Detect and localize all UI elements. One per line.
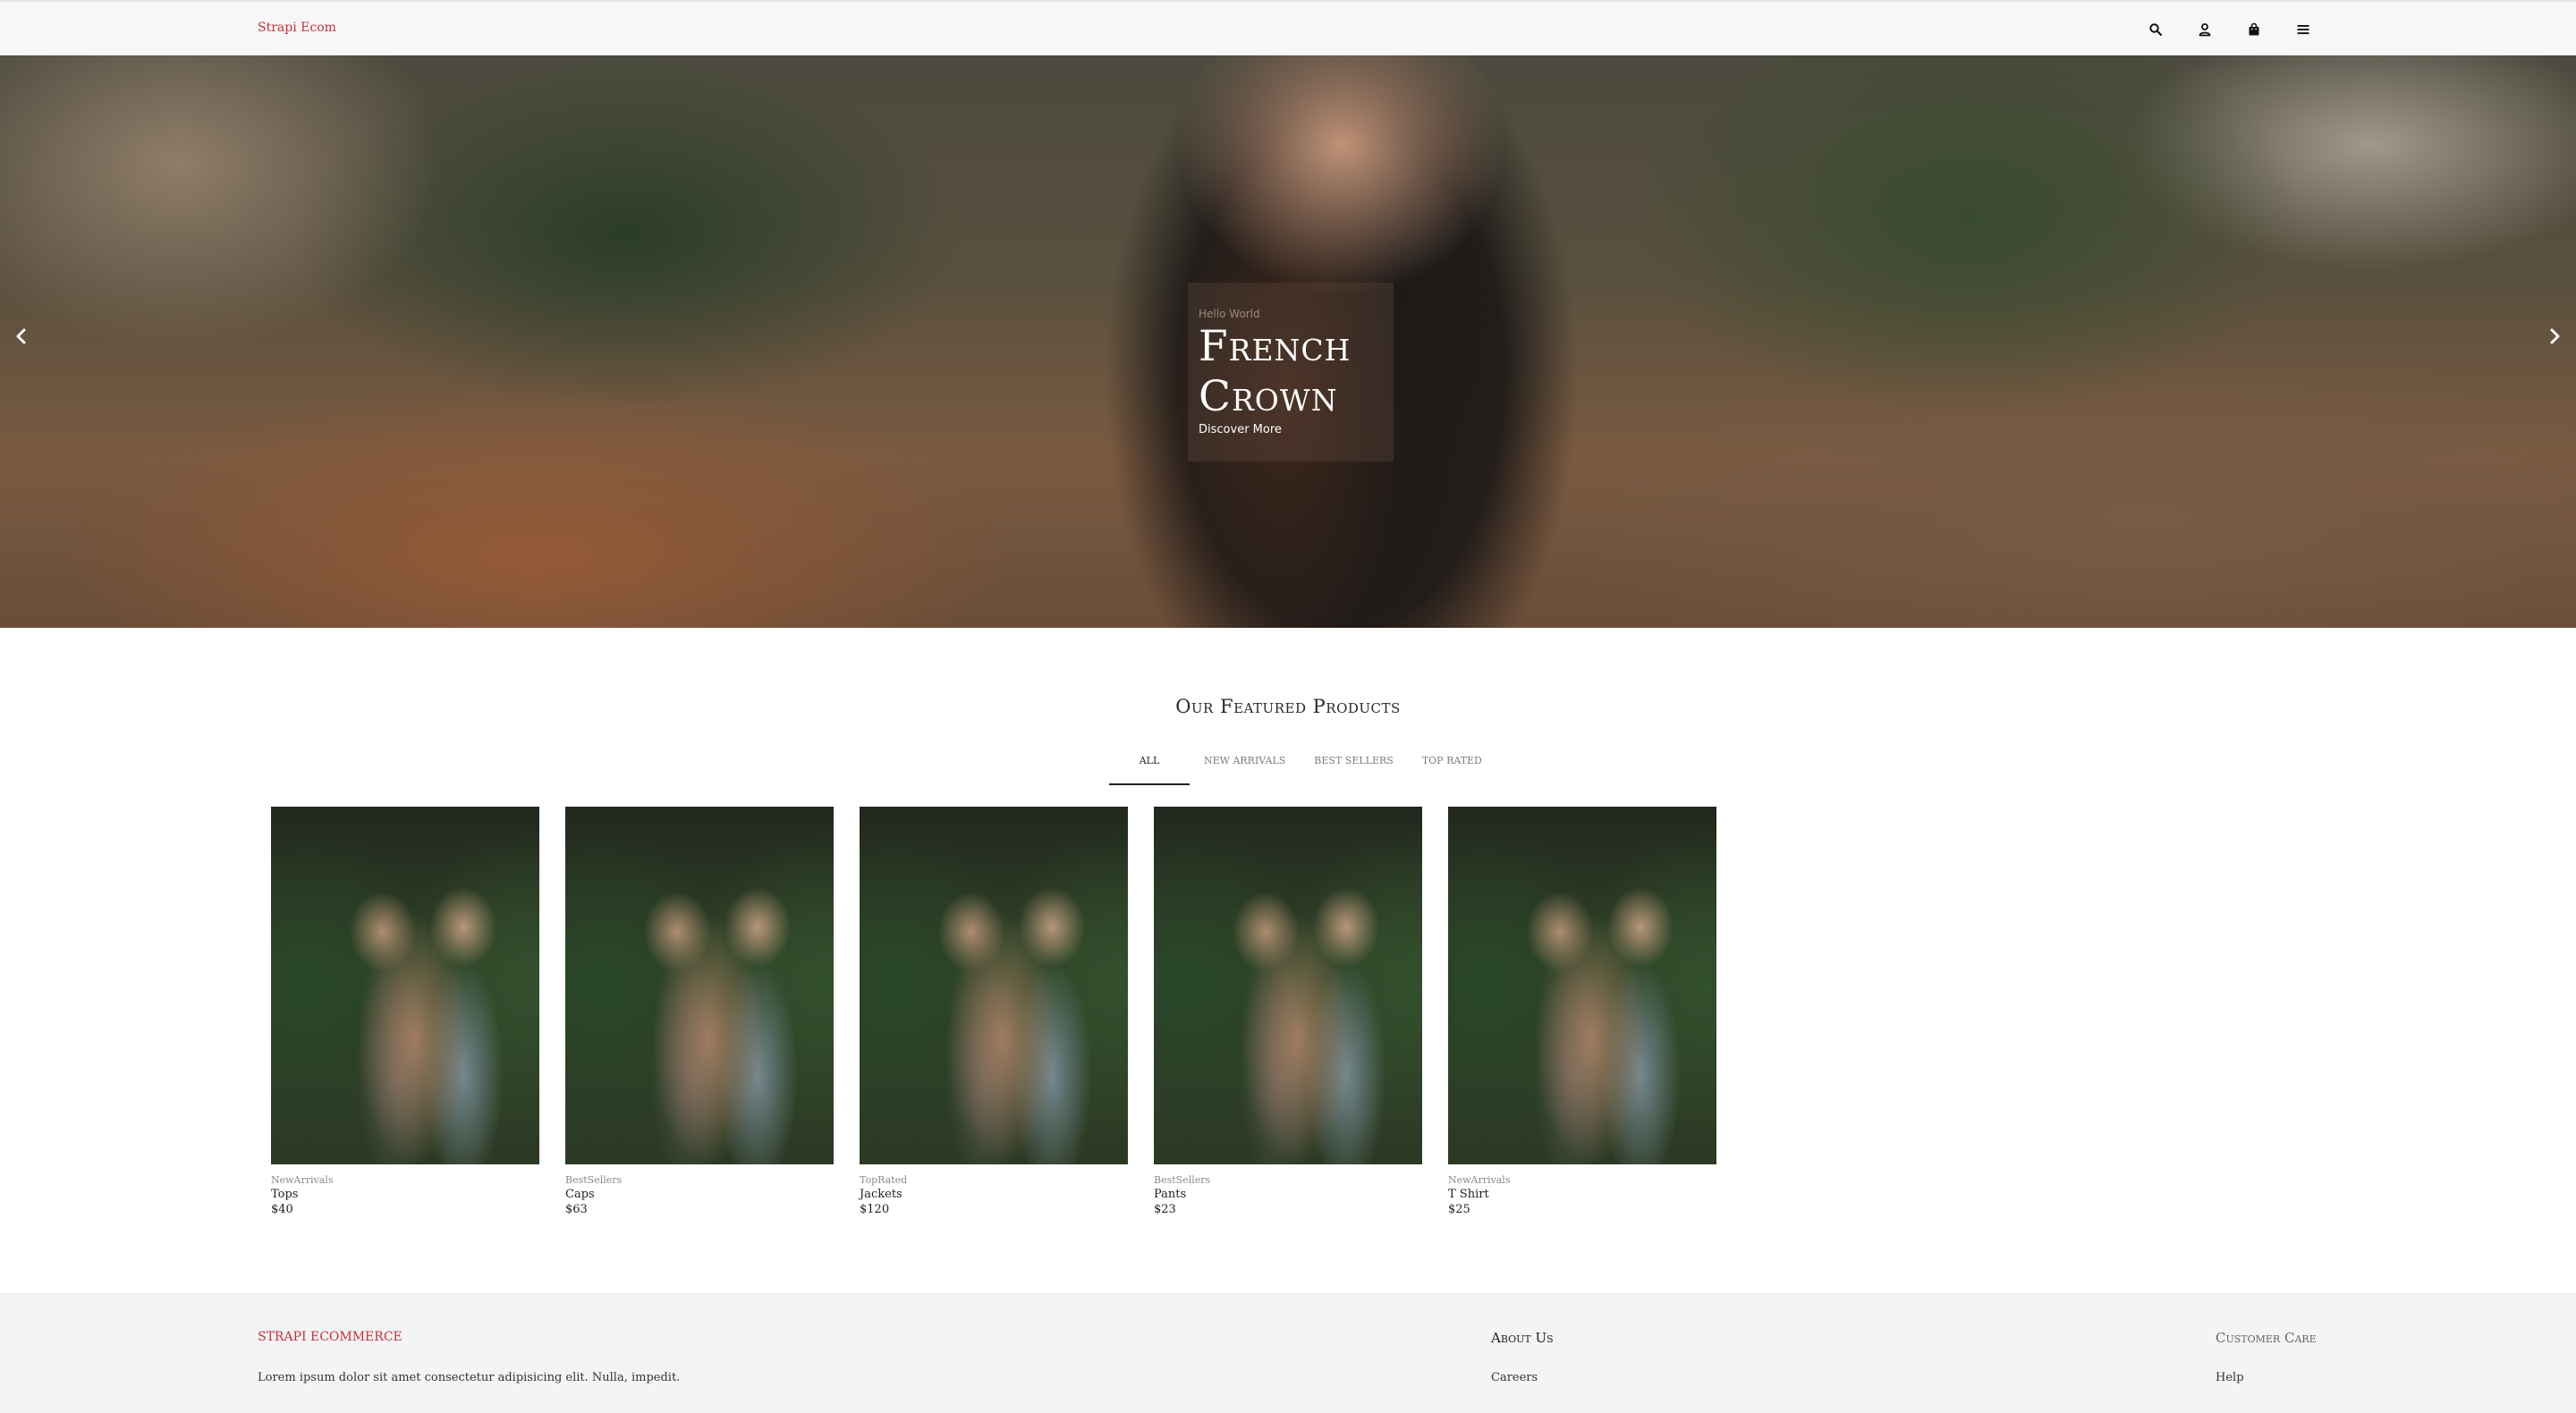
product-tabs: All New Arrivals Best Sellers Top Rated <box>1109 751 1496 785</box>
header-icons <box>2143 17 2315 41</box>
footer-link-careers[interactable]: Careers <box>1491 1371 1538 1384</box>
product-name[interactable]: Jackets <box>860 1188 1128 1201</box>
slider-prev-button[interactable] <box>4 318 39 354</box>
tab-all[interactable]: All <box>1109 751 1190 785</box>
footer-link-help[interactable]: Help <box>2216 1371 2244 1384</box>
brand-logo[interactable]: Strapi Ecom <box>258 21 336 35</box>
product-price: $40 <box>271 1203 293 1216</box>
product-image[interactable] <box>1448 807 1716 1164</box>
product-card[interactable]: BestSellers Pants $23 <box>1154 807 1422 1216</box>
product-card[interactable]: NewArrivals T Shirt $25 <box>1448 807 1716 1216</box>
user-icon[interactable] <box>2192 17 2216 41</box>
footer-about-heading: About Us <box>1491 1330 1554 1346</box>
product-price: $120 <box>860 1203 890 1216</box>
footer-customer-care-heading: Customer Care <box>2216 1330 2317 1346</box>
tab-best-sellers[interactable]: Best Sellers <box>1300 751 1408 785</box>
product-card[interactable]: NewArrivals Tops $40 <box>271 807 539 1216</box>
site-header: Strapi Ecom <box>0 0 2576 55</box>
product-grid: NewArrivals Tops $40 BestSellers Caps $6… <box>271 807 1716 1216</box>
hero-eyebrow: Hello World <box>1199 308 1260 320</box>
chevron-right-icon <box>2550 328 2560 344</box>
search-icon[interactable] <box>2143 17 2167 41</box>
footer-brand: Strapi Ecommerce <box>258 1330 402 1344</box>
product-name[interactable]: Caps <box>565 1188 834 1201</box>
hero-slider: Hello World French Crown Discover More <box>0 55 2576 628</box>
product-image[interactable] <box>565 807 834 1164</box>
product-image[interactable] <box>271 807 539 1164</box>
hero-title: French Crown <box>1199 322 1352 421</box>
tab-new-arrivals[interactable]: New Arrivals <box>1190 751 1300 785</box>
footer-description: Lorem ipsum dolor sit amet consectetur a… <box>258 1371 681 1384</box>
product-price: $63 <box>565 1203 588 1216</box>
product-category: BestSellers <box>565 1174 623 1186</box>
slider-next-button[interactable] <box>2537 318 2572 354</box>
product-image[interactable] <box>860 807 1128 1164</box>
product-category: NewArrivals <box>271 1174 334 1186</box>
product-category: NewArrivals <box>1448 1174 1511 1186</box>
tab-top-rated[interactable]: Top Rated <box>1408 751 1496 785</box>
product-card[interactable]: BestSellers Caps $63 <box>565 807 834 1216</box>
chevron-left-icon <box>16 328 26 344</box>
product-card[interactable]: TopRated Jackets $120 <box>860 807 1128 1216</box>
product-price: $25 <box>1448 1203 1470 1216</box>
product-name[interactable]: Tops <box>271 1188 539 1201</box>
product-category: BestSellers <box>1154 1174 1211 1186</box>
product-category: TopRated <box>860 1174 908 1186</box>
discover-more-link[interactable]: Discover More <box>1199 423 1282 436</box>
featured-title: Our Featured Products <box>1175 696 1401 717</box>
menu-icon[interactable] <box>2291 17 2315 41</box>
product-name[interactable]: T Shirt <box>1448 1188 1716 1201</box>
site-footer: Strapi Ecommerce Lorem ipsum dolor sit a… <box>0 1293 2576 1413</box>
product-name[interactable]: Pants <box>1154 1188 1422 1201</box>
product-price: $23 <box>1154 1203 1176 1216</box>
product-image[interactable] <box>1154 807 1422 1164</box>
bag-icon[interactable] <box>2241 17 2266 41</box>
